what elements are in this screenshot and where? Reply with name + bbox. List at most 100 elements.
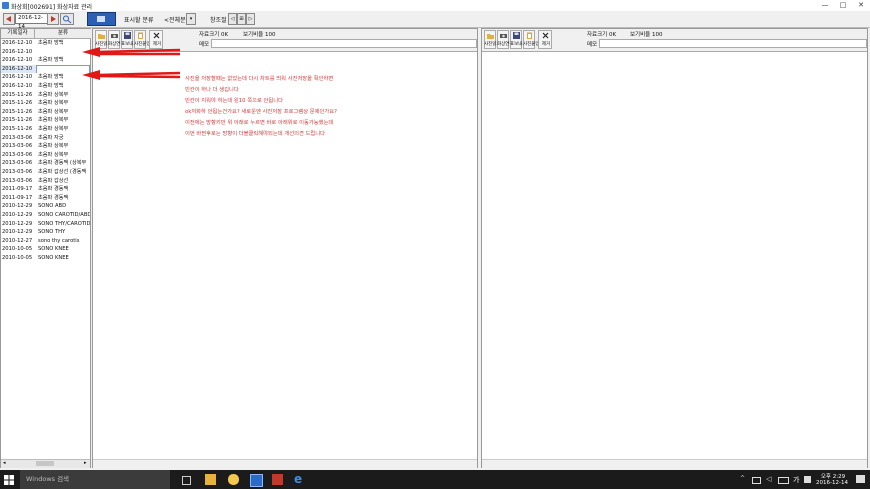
paste-image-button[interactable]: 사진붙임 <box>523 30 540 49</box>
list-item[interactable]: 2010-12-29 SONO THY/CAROTID <box>1 220 90 229</box>
column-header-category[interactable]: 분류 <box>34 29 91 39</box>
list-item[interactable]: 2010-12-29 SONO CAROTID/ABD <box>1 211 90 220</box>
list-item[interactable]: 2016-12-10 초음파 방백 <box>1 82 90 91</box>
maximize-button[interactable]: □ <box>834 0 852 11</box>
list-item-date: 2013-03-06 <box>2 143 33 150</box>
list-item-date: 2015-11-26 <box>2 117 33 124</box>
app-icon-active[interactable] <box>250 474 263 487</box>
network-icon[interactable] <box>752 477 761 484</box>
list-item[interactable]: 2011-09-17 초음파 경동맥 <box>1 194 90 203</box>
list-item-category: sono thy carotis <box>38 237 80 244</box>
memo-input[interactable] <box>599 39 867 48</box>
list-item-date: 2016-12-10 <box>2 65 33 72</box>
list-item[interactable]: 2015-11-26 초음파 상복부 <box>1 116 90 125</box>
search-icon[interactable] <box>60 13 74 25</box>
zoom-right-button[interactable]: ▷ <box>246 13 255 25</box>
memo-input[interactable] <box>211 39 477 48</box>
scroll-thumb[interactable] <box>36 461 54 466</box>
minimize-button[interactable]: — <box>816 0 834 11</box>
horizontal-scrollbar[interactable]: ◂ ▸ <box>1 459 90 468</box>
image-panel-left[interactable]: 사진읽기 화상연결 표보내기 사진붙임 제거 자료크기 0K 보기비율 100 … <box>92 28 478 468</box>
zoom-grid-button[interactable]: ⊞ <box>237 13 246 25</box>
list-item-date: 2010-12-29 <box>2 212 33 218</box>
list-item-date: 2016-12-10 <box>2 48 33 55</box>
list-item[interactable]: 2010-10-05 SONO KNEE <box>1 245 90 254</box>
list-item-date: 2015-11-26 <box>2 91 33 98</box>
list-item-date: 2015-11-26 <box>2 100 33 107</box>
list-item[interactable]: 2015-11-26 초음파 상복부 <box>1 91 90 100</box>
list-item[interactable]: 2016-12-10 <box>1 64 90 74</box>
volume-icon[interactable]: ◁ <box>766 475 771 483</box>
taskbar-search-input[interactable]: Windows 검색 <box>20 470 170 489</box>
date-picker[interactable]: 2016-12-14 <box>15 13 49 30</box>
file-explorer-icon[interactable] <box>205 474 216 485</box>
note-line: 빈칸이 하나 더 생깁니다 <box>185 87 239 93</box>
list-item-date: 2015-11-26 <box>2 126 33 132</box>
zoom-left-button[interactable]: ◁ <box>228 13 237 25</box>
list-item[interactable]: 2013-03-06 초음파 상복부 <box>1 151 90 160</box>
list-item[interactable]: 2016-12-10 초음파 방백 <box>1 39 90 48</box>
column-header-date[interactable]: 기록일자 <box>1 29 34 39</box>
category-dropdown-icon[interactable]: ▾ <box>186 13 196 25</box>
record-list[interactable]: 기록일자 분류 2016-12-10 초음파 방백 2016-12-10 2016-1… <box>0 28 91 468</box>
list-item-date: 2013-03-06 <box>2 177 33 184</box>
list-item-date: 2016-12-10 <box>2 74 33 81</box>
list-item-category: 초음파 상복부 <box>38 117 69 124</box>
list-item[interactable]: 2016-12-10 초음파 방백 <box>1 73 90 82</box>
list-item-date: 2011-09-17 <box>2 186 33 193</box>
memo-label: 메모 <box>587 42 598 48</box>
note-line: ok저화하 안됩는건가요? 새로운엔 사진저장 프로그램상 문제인가요? <box>185 109 337 115</box>
list-item[interactable]: 2015-11-26 초음파 상복부 <box>1 125 90 134</box>
list-item-category: SONO CAROTID/ABD <box>38 212 90 218</box>
open-image-button[interactable]: 사진읽기 <box>484 30 501 49</box>
task-view-icon[interactable] <box>182 476 191 485</box>
list-item-date: 2011-09-17 <box>2 194 33 201</box>
app-icon-yellow[interactable] <box>228 474 239 485</box>
save-button[interactable] <box>87 12 116 26</box>
list-item[interactable]: 2013-03-06 초음파 자궁 <box>1 134 90 143</box>
panel-status-bar <box>93 459 477 468</box>
list-item-category: SONO THY <box>38 229 66 236</box>
windows-start-icon[interactable] <box>4 475 14 485</box>
list-item-category: 초음파 방백 <box>38 40 64 46</box>
camera-button[interactable]: 화상연결 <box>497 30 514 49</box>
list-item[interactable]: 2016-12-10 <box>1 48 90 57</box>
clock-date[interactable]: 2016-12-14 <box>814 480 850 486</box>
list-item[interactable]: 2010-12-29 SONO ABD <box>1 202 90 211</box>
toolbar: 2016-12-14 표시할 분류 <전체분류> ▾ 창조절 ◁ ⊞ ▷ <box>0 11 870 30</box>
prev-date-icon[interactable] <box>3 13 15 25</box>
list-item[interactable]: 2013-03-06 초음파 갑상선 (경동맥 <box>1 168 90 177</box>
calendar-icon[interactable] <box>47 13 59 25</box>
app-icon-red[interactable] <box>272 474 283 485</box>
list-item[interactable]: 2013-03-06 초음파 갑상선 <box>1 177 90 186</box>
view-ratio-label: 보기비율 100 <box>630 32 663 38</box>
clock-time[interactable]: 오후 2:29 <box>818 472 848 480</box>
list-item-date: 2016-12-10 <box>2 83 33 89</box>
scroll-right-icon[interactable]: ▸ <box>84 460 87 466</box>
notification-icon[interactable] <box>856 475 865 483</box>
list-item-date: 2015-11-26 <box>2 108 33 115</box>
list-item-date: 2013-03-06 <box>2 151 33 158</box>
remove-button[interactable]: 제거 <box>538 30 552 49</box>
scroll-left-icon[interactable]: ◂ <box>3 460 6 466</box>
list-item-category: 초음파 상복부 <box>38 108 69 115</box>
list-item[interactable]: 2010-12-27 sono thy carotis <box>1 237 90 246</box>
tray-chevron-icon[interactable]: ^ <box>740 475 745 482</box>
list-item[interactable]: 2016-12-10 초음파 방백 <box>1 56 90 65</box>
list-item[interactable]: 2010-10-05 SONO KNEE <box>1 254 90 263</box>
keyboard-icon[interactable] <box>778 477 789 484</box>
list-item[interactable]: 2013-03-06 초음파 상복부 <box>1 142 90 151</box>
list-item[interactable]: 2015-11-26 초음파 상복부 <box>1 108 90 117</box>
close-button[interactable]: ✕ <box>852 0 870 11</box>
export-button[interactable]: 표보내기 <box>510 30 527 49</box>
ime-indicator[interactable]: 가 <box>793 475 799 485</box>
list-item[interactable]: 2010-12-29 SONO THY <box>1 228 90 237</box>
list-item-date: 2010-10-05 <box>2 246 33 253</box>
arrow-head-icon <box>82 47 100 57</box>
ime-mode-icon[interactable] <box>804 476 811 483</box>
image-panel-right[interactable]: 사진읽기 화상연결 표보내기 사진붙임 제거 자료크기 0K 보기비율 100 … <box>481 28 868 468</box>
internet-explorer-icon[interactable]: e <box>294 473 305 485</box>
list-item[interactable]: 2015-11-26 초음파 상복부 <box>1 99 90 108</box>
list-item[interactable]: 2011-09-17 초음파 경동맥 <box>1 185 90 194</box>
list-item[interactable]: 2013-03-06 초음파 경동맥 (상복부 <box>1 159 90 168</box>
